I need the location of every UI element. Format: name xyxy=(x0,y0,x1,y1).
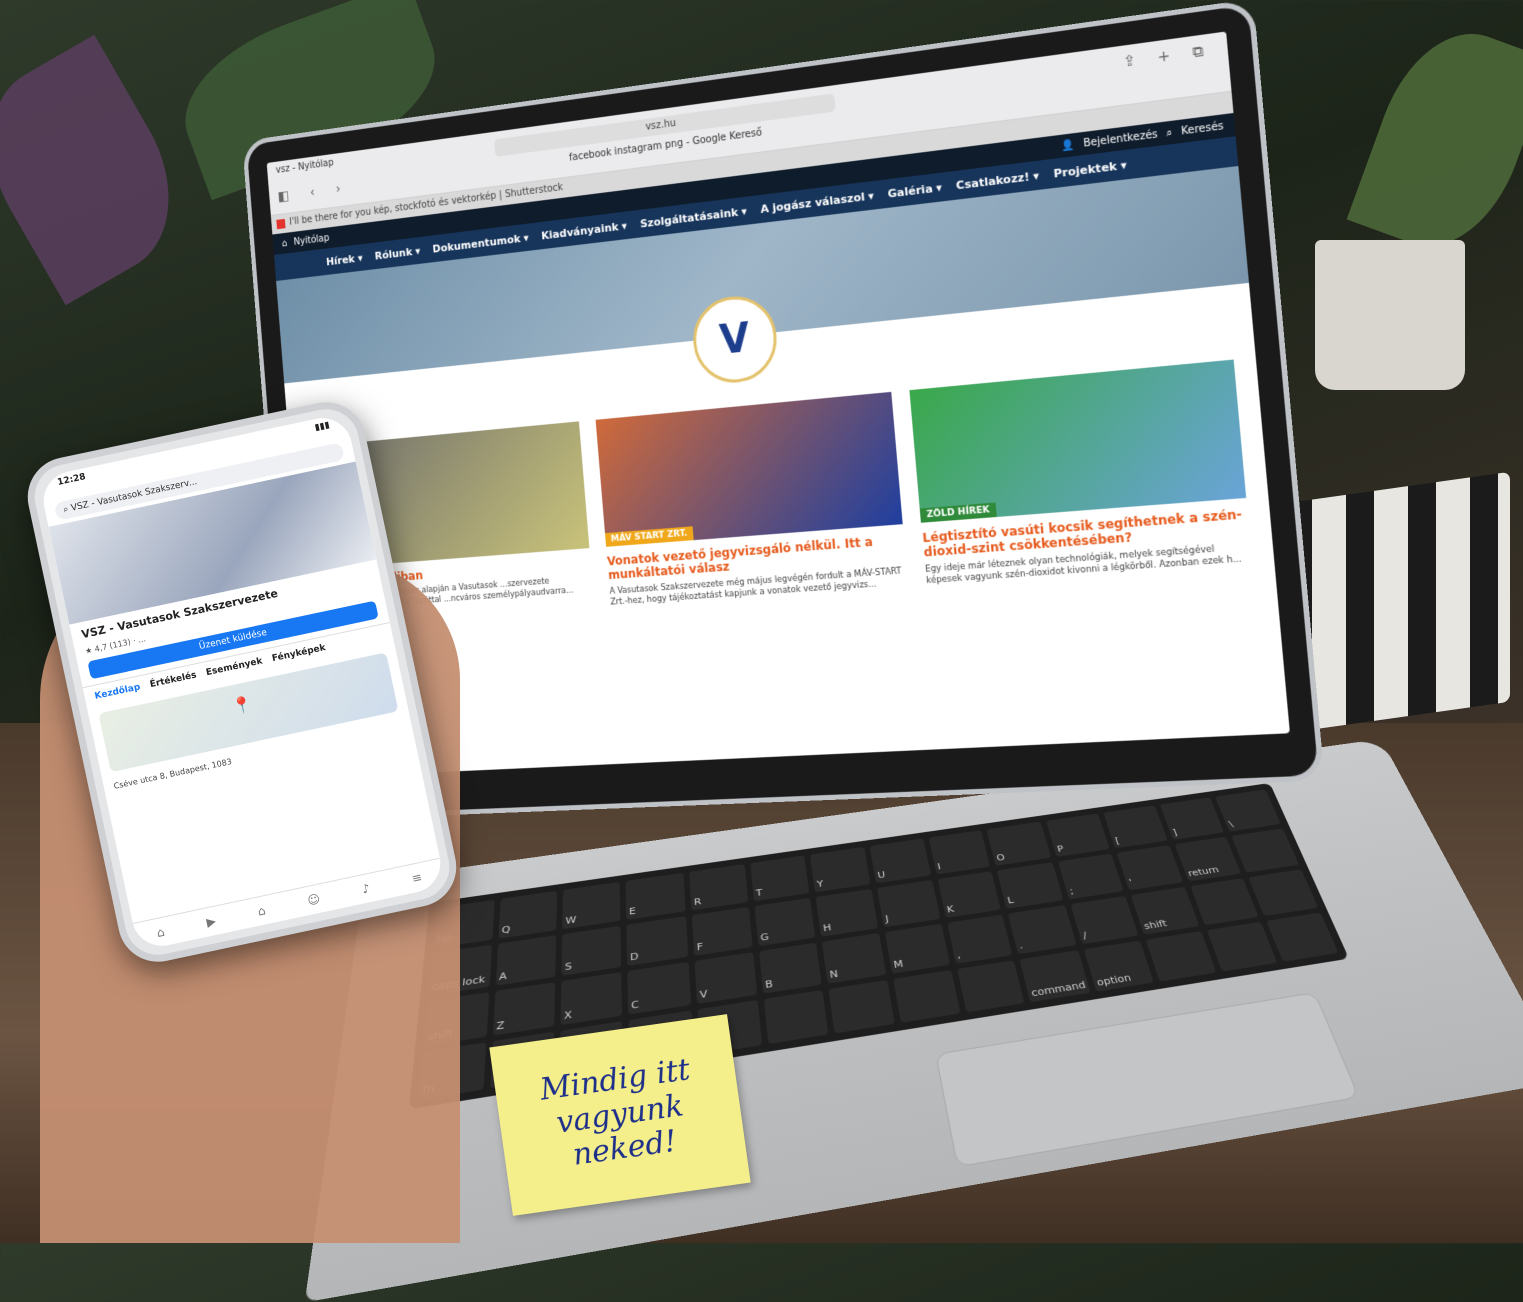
keyboard-key[interactable] xyxy=(763,989,829,1045)
news-card-image[interactable]: MÁV START ZRT. xyxy=(595,391,904,547)
keyboard-key[interactable]: K xyxy=(937,871,1002,918)
keyboard-key[interactable]: Y xyxy=(810,846,871,893)
keyboard-key[interactable]: P xyxy=(1046,813,1110,857)
menu-item[interactable]: Csatlakozz! xyxy=(956,168,1040,192)
back-forward-icon[interactable]: ◧ ‹ › xyxy=(277,180,349,204)
keyboard-key[interactable]: ] xyxy=(1159,797,1225,840)
facebook-tab[interactable]: Események xyxy=(205,656,263,678)
keyboard-key[interactable] xyxy=(956,960,1025,1013)
keyboard-key[interactable]: \ xyxy=(1215,789,1281,832)
keyboard-key[interactable]: command xyxy=(1019,950,1091,1003)
keyboard-key[interactable]: Q xyxy=(498,890,558,939)
keyboard-key[interactable]: O xyxy=(986,821,1052,866)
keyboard-key[interactable]: Z xyxy=(492,981,556,1036)
browser-tab-active[interactable]: vsz - Nyitólap xyxy=(275,158,334,176)
map-pin-icon: 📍 xyxy=(230,693,254,717)
keyboard-key[interactable]: U xyxy=(869,838,931,884)
facebook-tab[interactable]: Értékelés xyxy=(149,670,197,690)
home-icon[interactable]: ⌂ xyxy=(156,925,166,940)
keyboard-key[interactable]: F xyxy=(691,906,753,956)
keyboard-key[interactable]: shift xyxy=(1130,886,1199,935)
keyboard-key[interactable]: S xyxy=(561,925,622,976)
facebook-tab[interactable]: Kezdőlap xyxy=(94,682,141,701)
news-card-image[interactable]: ZÖLD HÍREK xyxy=(909,359,1247,523)
marketplace-icon[interactable]: ⌂ xyxy=(257,903,267,918)
sticky-note: Mindig itt vagyunk neked! xyxy=(489,1014,751,1216)
home-link[interactable]: Nyitólap xyxy=(293,233,329,248)
keyboard-key[interactable] xyxy=(1231,828,1300,873)
keyboard-key[interactable]: option xyxy=(1084,940,1154,992)
menu-item[interactable]: Hírek xyxy=(326,251,363,268)
keyboard-key[interactable]: N xyxy=(822,933,887,984)
share-icon[interactable]: ⇪ + ⧉ xyxy=(1122,42,1213,71)
keyboard-key[interactable]: E xyxy=(625,872,686,920)
keyboard-key[interactable]: A xyxy=(495,935,557,986)
keyboard-key[interactable]: V xyxy=(694,952,757,1004)
keyboard-key[interactable]: return xyxy=(1174,836,1242,882)
logo-letter: V xyxy=(717,315,752,364)
keyboard-key[interactable]: ' xyxy=(1116,845,1183,891)
menu-item[interactable]: Rólunk xyxy=(374,244,420,262)
bell-icon[interactable]: ♪ xyxy=(361,881,371,896)
keyboard-key[interactable]: I xyxy=(928,830,991,875)
keyboard-key[interactable]: X xyxy=(560,972,623,1026)
shutterstock-icon xyxy=(276,218,286,230)
news-card[interactable]: ZÖLD HÍREK Légtisztító vasúti kocsik segí… xyxy=(909,359,1253,588)
facebook-tab[interactable]: Fényképek xyxy=(271,643,326,664)
keyboard-key[interactable] xyxy=(828,979,895,1034)
plant-leaf xyxy=(1346,12,1523,268)
keyboard-key[interactable] xyxy=(1189,878,1259,926)
keyboard-key[interactable]: C xyxy=(627,961,692,1015)
plant-leaf xyxy=(0,34,205,306)
keyboard-key[interactable]: W xyxy=(562,881,621,930)
keyboard-key[interactable]: G xyxy=(754,897,816,947)
home-icon[interactable]: ⌂ xyxy=(281,238,287,249)
keyboard-key[interactable]: , xyxy=(946,914,1013,964)
keyboard-key[interactable]: L xyxy=(997,862,1064,909)
phone-time: 12:28 xyxy=(56,472,87,488)
keyboard-key[interactable] xyxy=(1266,912,1339,962)
keyboard-key[interactable]: J xyxy=(876,879,941,928)
video-icon[interactable]: ▶ xyxy=(205,914,217,930)
keyboard-key[interactable] xyxy=(1145,931,1217,982)
news-card-tag[interactable]: ZÖLD HÍREK xyxy=(920,502,997,523)
login-link[interactable]: Bejelentkezés xyxy=(1083,128,1158,149)
battery-icon: ▮▮▮ xyxy=(313,420,331,434)
keyboard-key[interactable] xyxy=(1206,921,1278,972)
menu-icon[interactable]: ≡ xyxy=(410,870,423,886)
keyboard-key[interactable]: [ xyxy=(1103,805,1168,849)
keyboard-key[interactable]: . xyxy=(1008,904,1077,955)
search-link[interactable]: Keresés xyxy=(1181,120,1225,137)
keyboard-key[interactable]: H xyxy=(815,888,879,937)
menu-item[interactable]: Projektek xyxy=(1053,158,1127,180)
menu-item[interactable]: Kiadványaink xyxy=(541,219,628,242)
keyboard-key[interactable]: ; xyxy=(1058,853,1124,900)
keyboard-key[interactable]: B xyxy=(758,942,822,994)
groups-icon[interactable]: ☺ xyxy=(306,892,321,908)
keyboard-key[interactable]: R xyxy=(689,864,748,911)
keyboard-key[interactable]: T xyxy=(749,855,810,902)
news-card-tag[interactable]: MÁV START ZRT. xyxy=(604,526,694,547)
keyboard-key[interactable]: / xyxy=(1070,895,1139,945)
news-card[interactable]: MÁV START ZRT. Vonatok vezető jegyvizsgál… xyxy=(595,391,908,609)
keyboard-key[interactable] xyxy=(893,969,961,1023)
keyboard-key[interactable]: M xyxy=(884,923,950,974)
keyboard-key[interactable] xyxy=(1248,869,1319,917)
plant-pot xyxy=(1315,240,1465,390)
keyboard-key[interactable]: D xyxy=(626,916,689,966)
menu-item[interactable]: Galéria xyxy=(887,180,942,200)
search-icon[interactable]: ⌕ xyxy=(1166,127,1173,139)
user-icon[interactable]: 👤 xyxy=(1061,139,1075,152)
